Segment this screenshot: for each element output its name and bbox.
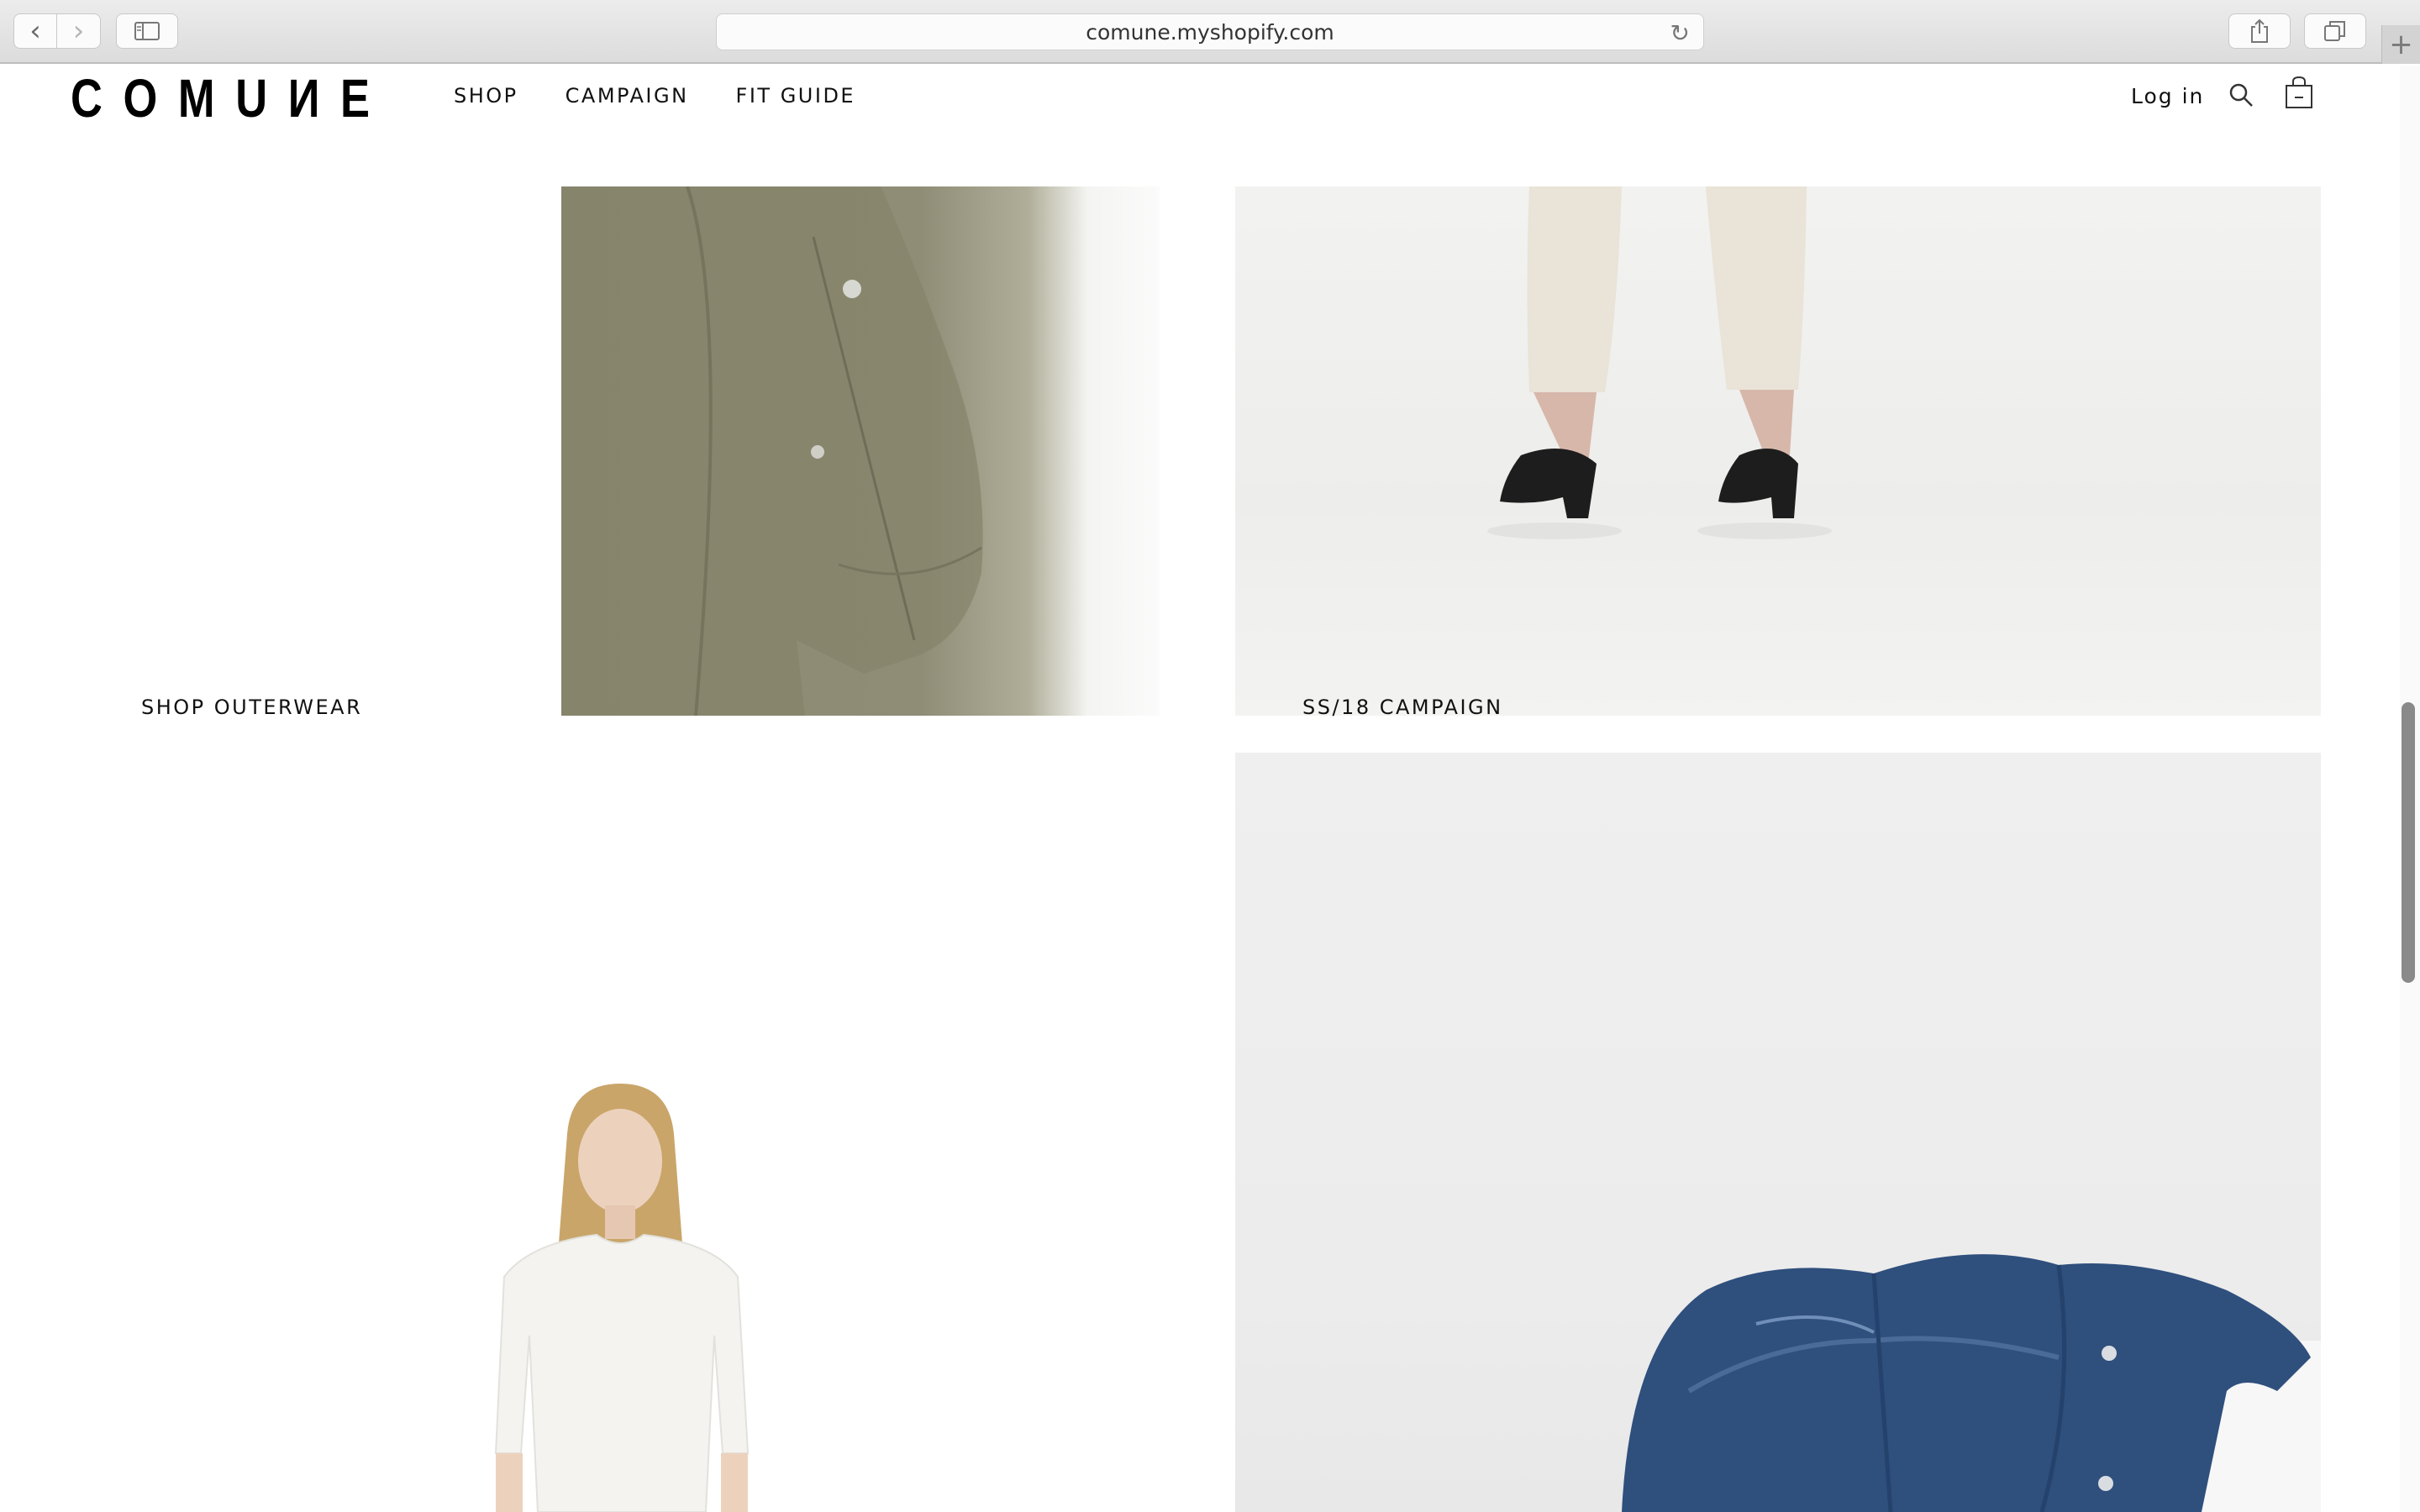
- denim-jacket-image[interactable]: [1235, 753, 2321, 1512]
- ss18-campaign-link[interactable]: SS/18 CAMPAIGN: [1302, 696, 1503, 719]
- campaign-image[interactable]: [1235, 186, 2321, 716]
- browser-toolbar: ‹ › comune.myshopify.com ↻ +: [0, 0, 2420, 64]
- address-bar[interactable]: comune.myshopify.com ↻: [716, 13, 1704, 50]
- outerwear-image[interactable]: [561, 186, 1160, 716]
- main-nav: SHOP CAMPAIGN FIT GUIDE: [454, 84, 902, 108]
- scrollbar-thumb[interactable]: [2402, 702, 2415, 983]
- reload-icon[interactable]: ↻: [1670, 19, 1690, 47]
- shop-outerwear-link[interactable]: SHOP OUTERWEAR: [141, 696, 362, 719]
- history-buttons: ‹ ›: [13, 13, 101, 49]
- share-button[interactable]: [2228, 13, 2291, 49]
- nav-shop[interactable]: SHOP: [454, 84, 518, 108]
- new-tab-button[interactable]: +: [2381, 25, 2420, 64]
- site-logo[interactable]: COMUИE: [71, 69, 391, 128]
- sidebar-icon: [134, 22, 160, 40]
- nav-fit-guide[interactable]: FIT GUIDE: [736, 84, 856, 108]
- search-icon[interactable]: [2227, 81, 2255, 109]
- back-button[interactable]: ‹: [13, 13, 57, 49]
- forward-button[interactable]: ›: [57, 13, 101, 49]
- nav-campaign[interactable]: CAMPAIGN: [566, 84, 689, 108]
- legs-and-heels-illustration: [1487, 186, 1832, 539]
- tabs-icon: [2324, 21, 2345, 41]
- model-photo[interactable]: [471, 1084, 773, 1512]
- show-tabs-button[interactable]: [2304, 13, 2366, 49]
- shopping-bag-icon[interactable]: [2284, 76, 2314, 109]
- olive-jacket-illustration: [561, 186, 983, 716]
- login-link[interactable]: Log in: [2131, 84, 2204, 108]
- share-icon: [2251, 18, 2268, 43]
- sidebar-toggle-button[interactable]: [116, 13, 178, 49]
- url-text: comune.myshopify.com: [1086, 19, 1334, 45]
- denim-jacket-illustration: [1622, 1254, 2321, 1512]
